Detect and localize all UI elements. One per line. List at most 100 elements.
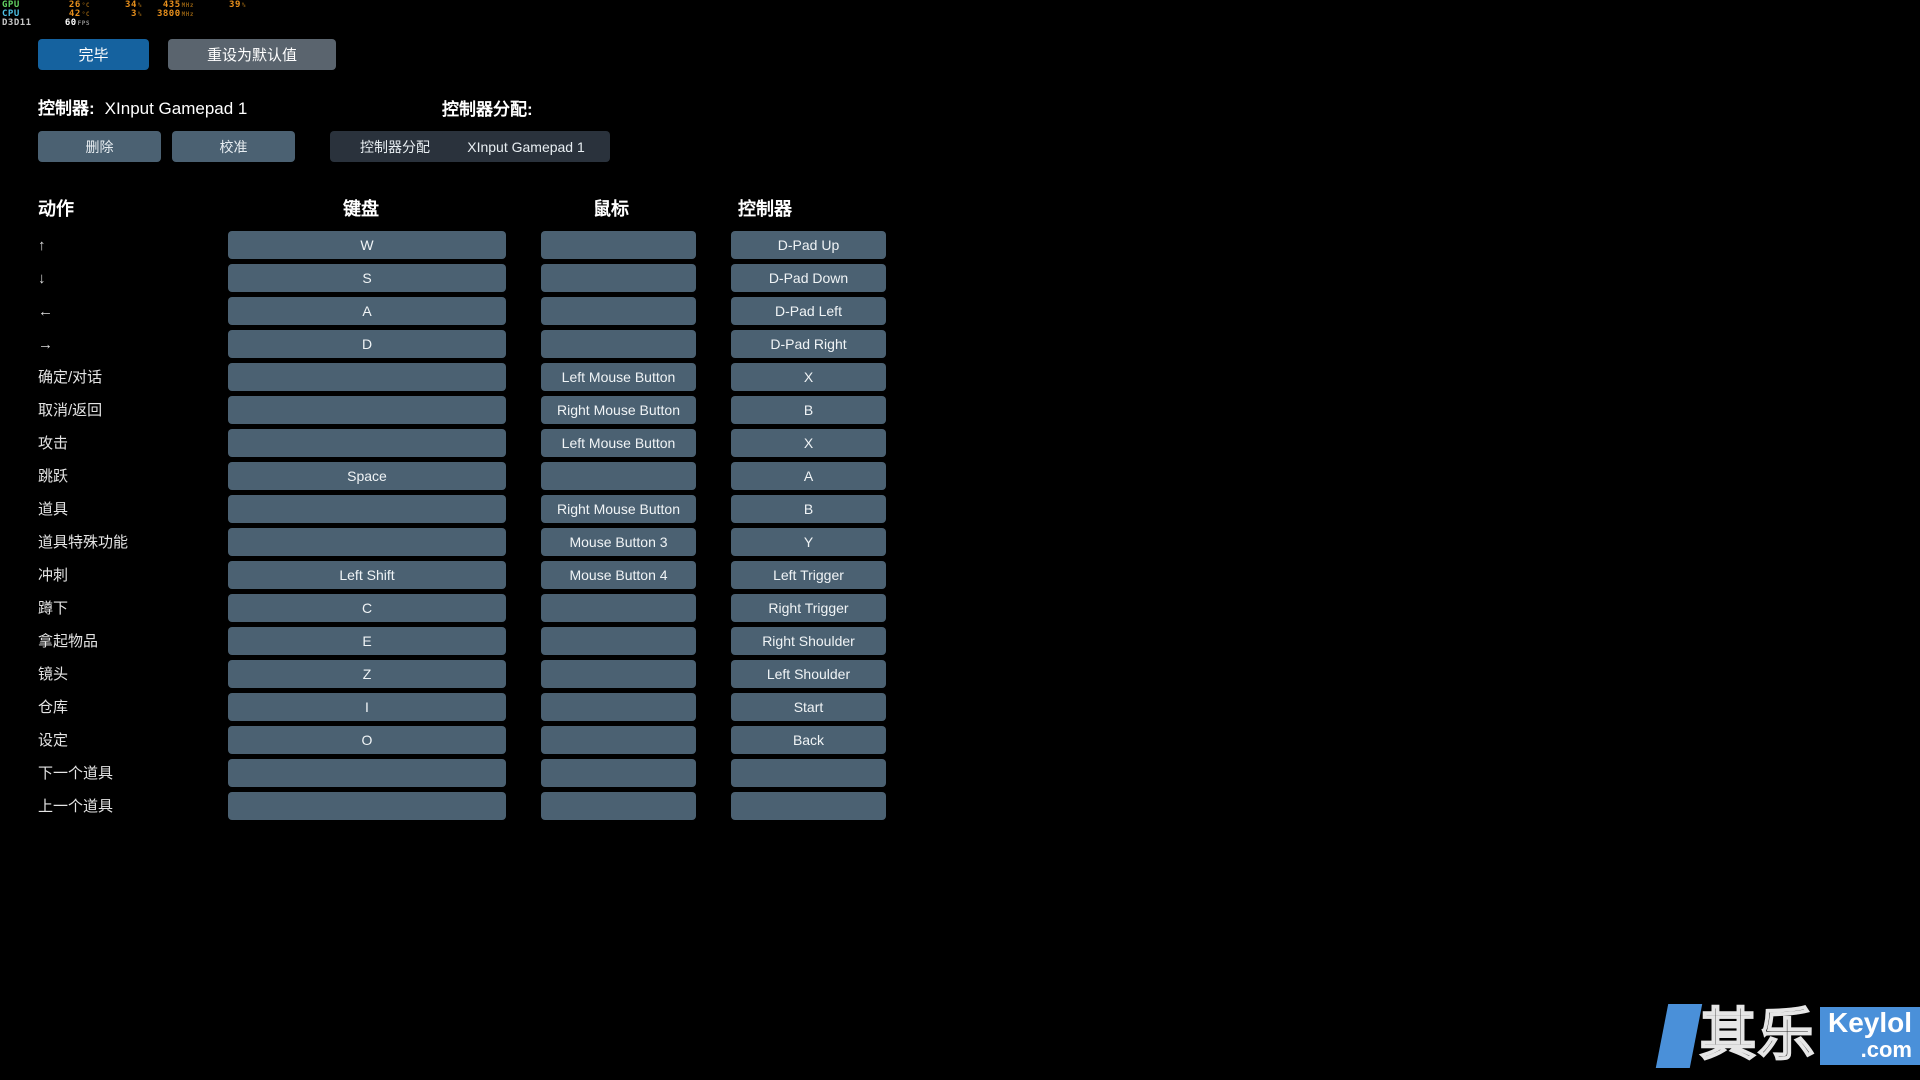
- keyboard-binding[interactable]: [228, 363, 506, 391]
- controller-button-3[interactable]: XInput Gamepad 1: [442, 131, 610, 162]
- watermark-cjk-text: 其乐: [1699, 1003, 1816, 1069]
- mouse-binding[interactable]: Mouse Button 4: [541, 561, 696, 589]
- hw-value: 3800MHz: [156, 9, 194, 19]
- mouse-binding[interactable]: [541, 627, 696, 655]
- action-label: 蹲下: [38, 600, 69, 617]
- keyboard-binding[interactable]: [228, 429, 506, 457]
- controller-button-1[interactable]: 校准: [172, 131, 295, 162]
- keyboard-binding[interactable]: E: [228, 627, 506, 655]
- controller-binding[interactable]: D-Pad Left: [731, 297, 886, 325]
- hw-value: 42°C: [68, 9, 90, 19]
- action-label: ↑: [38, 237, 46, 254]
- keyboard-binding[interactable]: D: [228, 330, 506, 358]
- action-label: 仓库: [38, 699, 69, 716]
- hw-value: 39%: [229, 0, 246, 10]
- controller-binding[interactable]: Start: [731, 693, 886, 721]
- controller-binding[interactable]: D-Pad Up: [731, 231, 886, 259]
- keyboard-binding[interactable]: Left Shift: [228, 561, 506, 589]
- mouse-binding[interactable]: [541, 264, 696, 292]
- action-label: ←: [38, 303, 53, 320]
- action-label: 跳跃: [38, 468, 69, 485]
- mouse-binding[interactable]: [541, 792, 696, 820]
- watermark-site-box: Keylol .com: [1819, 1007, 1920, 1065]
- keyboard-binding[interactable]: [228, 792, 506, 820]
- keyboard-binding[interactable]: [228, 396, 506, 424]
- controller-binding[interactable]: A: [731, 462, 886, 490]
- keyboard-binding[interactable]: [228, 759, 506, 787]
- keyboard-binding[interactable]: S: [228, 264, 506, 292]
- controller-binding[interactable]: Y: [731, 528, 886, 556]
- mouse-binding[interactable]: [541, 693, 696, 721]
- controller-button-2[interactable]: 控制器分配: [330, 131, 460, 162]
- controller-assignment-title: 控制器分配:: [442, 100, 533, 119]
- controller-title: 控制器: XInput Gamepad 1: [38, 94, 247, 119]
- mouse-binding[interactable]: Left Mouse Button: [541, 429, 696, 457]
- hw-value: 26°C: [68, 0, 90, 10]
- hw-row-label: D3D11: [2, 18, 32, 28]
- keyboard-binding[interactable]: [228, 528, 506, 556]
- hw-unit: MHz: [181, 11, 194, 18]
- action-label: 镜头: [38, 666, 69, 683]
- hw-unit: %: [241, 2, 246, 9]
- keylol-watermark: 其乐 Keylol .com: [1655, 1000, 1920, 1072]
- mouse-binding[interactable]: [541, 330, 696, 358]
- hardware-monitor-overlay: GPU 26°C 34% 435MHz 39% CPU 42°C 3% 3800MHz D3D11…: [0, 0, 245, 28]
- hw-row: D3D11 60FPS: [2, 19, 230, 28]
- watermark-site-tld: .com: [1860, 1037, 1912, 1062]
- controller-binding[interactable]: B: [731, 396, 886, 424]
- controller-binding[interactable]: [731, 792, 886, 820]
- keyboard-binding[interactable]: A: [228, 297, 506, 325]
- keyboard-binding[interactable]: I: [228, 693, 506, 721]
- mouse-binding[interactable]: [541, 759, 696, 787]
- controller-binding[interactable]: D-Pad Down: [731, 264, 886, 292]
- controller-binding[interactable]: Right Trigger: [731, 594, 886, 622]
- controller-binding[interactable]: Left Shoulder: [731, 660, 886, 688]
- controller-binding[interactable]: Right Shoulder: [731, 627, 886, 655]
- controller-binding[interactable]: X: [731, 363, 886, 391]
- keyboard-binding[interactable]: C: [228, 594, 506, 622]
- action-label: 道具: [38, 501, 69, 518]
- controller-binding[interactable]: Back: [731, 726, 886, 754]
- mouse-binding[interactable]: [541, 231, 696, 259]
- keyboard-binding[interactable]: [228, 495, 506, 523]
- mouse-binding[interactable]: [541, 726, 696, 754]
- action-label: 道具特殊功能: [38, 534, 129, 551]
- controller-binding[interactable]: X: [731, 429, 886, 457]
- keyboard-binding[interactable]: O: [228, 726, 506, 754]
- mouse-binding[interactable]: Right Mouse Button: [541, 495, 696, 523]
- action-label: 取消/返回: [38, 402, 103, 419]
- action-label: 下一个道具: [38, 765, 114, 782]
- mouse-binding[interactable]: [541, 594, 696, 622]
- hw-value: 3%: [130, 9, 142, 19]
- done-button[interactable]: 完毕: [38, 39, 149, 70]
- controller-binding[interactable]: B: [731, 495, 886, 523]
- keyboard-binding[interactable]: Z: [228, 660, 506, 688]
- controller-binding[interactable]: Left Trigger: [731, 561, 886, 589]
- reset-defaults-button[interactable]: 重设为默认值: [168, 39, 336, 70]
- mouse-binding[interactable]: [541, 660, 696, 688]
- mouse-binding[interactable]: Left Mouse Button: [541, 363, 696, 391]
- keyboard-binding[interactable]: Space: [228, 462, 506, 490]
- controller-binding[interactable]: D-Pad Right: [731, 330, 886, 358]
- controller-title-value: XInput Gamepad 1: [104, 99, 248, 118]
- hw-unit: FPS: [77, 20, 90, 27]
- hw-unit: °C: [81, 11, 90, 18]
- controller-button-0[interactable]: 删除: [38, 131, 161, 162]
- keyboard-binding[interactable]: W: [228, 231, 506, 259]
- mouse-binding[interactable]: [541, 297, 696, 325]
- action-label: 攻击: [38, 435, 69, 452]
- hw-unit: MHz: [181, 2, 194, 9]
- mouse-binding[interactable]: Mouse Button 3: [541, 528, 696, 556]
- mouse-binding[interactable]: [541, 462, 696, 490]
- action-label: 冲刺: [38, 567, 69, 584]
- hw-value: 60FPS: [64, 18, 90, 28]
- mouse-binding[interactable]: Right Mouse Button: [541, 396, 696, 424]
- action-label: ↓: [38, 270, 46, 287]
- column-header-3: 控制器: [738, 199, 792, 219]
- column-header-1: 键盘: [343, 199, 379, 219]
- hw-row: GPU 26°C 34% 435MHz 39%: [2, 0, 245, 10]
- hw-unit: °C: [81, 2, 90, 9]
- controller-binding[interactable]: [731, 759, 886, 787]
- column-header-0: 动作: [38, 199, 74, 219]
- hw-row: CPU 42°C 3% 3800MHz: [2, 10, 230, 19]
